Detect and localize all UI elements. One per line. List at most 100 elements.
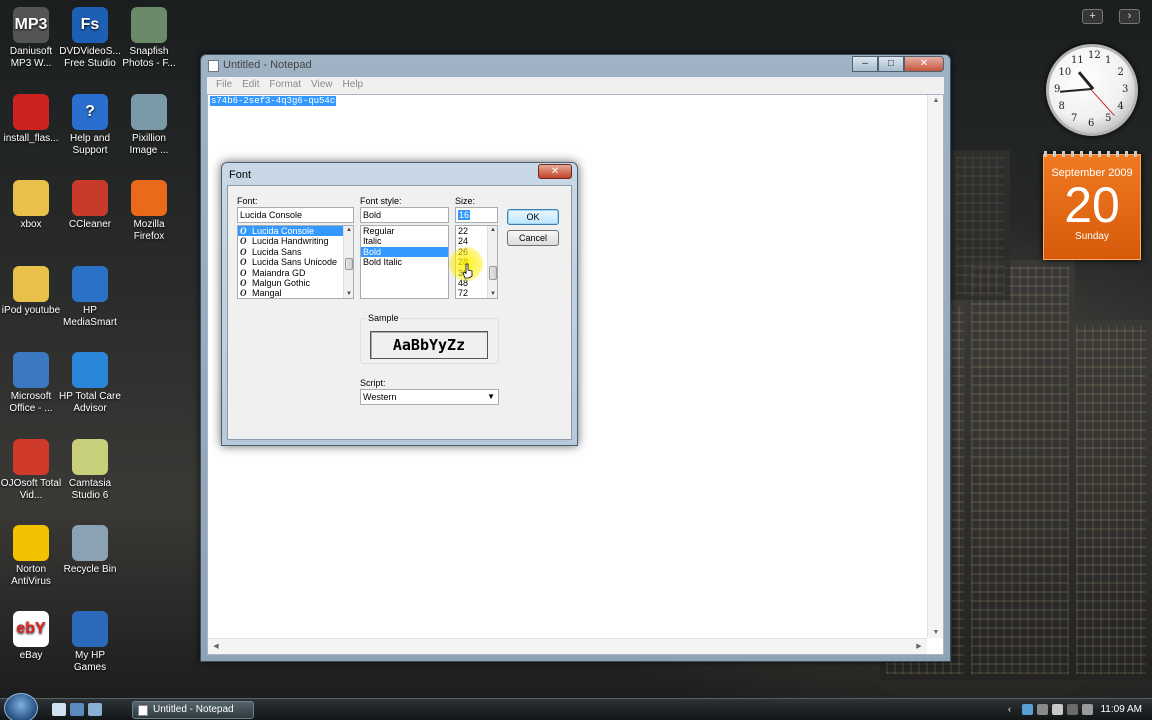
desktop-icon[interactable]: HP Total Care Advisor <box>59 350 121 415</box>
font-style-list[interactable]: Regular Italic Bold Bold Italic <box>360 225 449 299</box>
script-select[interactable]: Western ▼ <box>360 389 499 405</box>
desktop-icon[interactable]: iPod youtube <box>0 264 62 317</box>
size-input[interactable]: 16 <box>455 207 498 223</box>
list-item-label: 24 <box>458 236 469 247</box>
switch-windows-icon[interactable] <box>70 703 84 716</box>
desktop-icon-label: HP Total Care Advisor <box>59 391 121 414</box>
font-label: Font: <box>237 196 258 206</box>
start-button[interactable] <box>4 693 38 720</box>
list-item[interactable]: O Lucida Handwriting <box>238 236 353 246</box>
calendar-gadget[interactable]: September 2009 20 Sunday <box>1043 151 1141 260</box>
scroll-left-icon[interactable]: ◀ <box>208 642 224 650</box>
next-gadget-button[interactable]: › <box>1119 9 1140 24</box>
clock-gadget[interactable]: 12 1 2 3 4 5 6 7 8 9 10 11 <box>1046 44 1138 136</box>
list-item[interactable]: O Lucida Sans Unicode <box>238 257 353 267</box>
font-list-scroll-up-icon[interactable]: ▲ <box>344 227 353 233</box>
font-style-input[interactable]: Bold <box>360 207 449 223</box>
selected-text[interactable]: s74b6-2sef3-4q3g6-qu54c <box>210 96 337 106</box>
opentype-font-icon: O <box>240 257 247 268</box>
opentype-font-icon: O <box>240 226 247 236</box>
desktop-icon[interactable]: HP MediaSmart <box>59 264 121 329</box>
desktop-icon[interactable]: xbox <box>0 178 62 231</box>
opentype-font-icon: O <box>240 288 247 299</box>
size-list-scroll-down-icon[interactable]: ▼ <box>488 291 497 297</box>
list-item-label: Lucida Handwriting <box>252 236 329 247</box>
font-list-scrollbar[interactable]: ▲ ▼ <box>343 226 353 298</box>
show-desktop-icon[interactable] <box>52 703 66 716</box>
close-button[interactable]: ✕ <box>904 56 944 72</box>
size-list-scroll-thumb[interactable] <box>489 266 497 280</box>
speaker-icon[interactable] <box>1082 704 1093 715</box>
dialog-close-button[interactable]: ✕ <box>538 164 572 179</box>
font-dialog[interactable]: Font ✕ Font: Lucida Console O Lucida Cons… <box>221 162 578 446</box>
list-item[interactable]: O Mangal <box>238 288 353 298</box>
minimize-button[interactable]: – <box>852 56 878 72</box>
desktop-icon[interactable]: Norton AntiVirus <box>0 523 62 588</box>
menu-edit[interactable]: Edit <box>237 77 264 94</box>
menu-file[interactable]: File <box>211 77 237 94</box>
clock-number: 9 <box>1054 84 1061 95</box>
menu-format[interactable]: Format <box>264 77 306 94</box>
tray-app-icon[interactable] <box>1022 704 1033 715</box>
quick-launch-icon[interactable] <box>88 703 102 716</box>
calendar-rings <box>1044 151 1140 157</box>
list-item[interactable]: O Lucida Sans <box>238 247 353 257</box>
desktop-icon-label: OJOsoft Total Vid... <box>0 478 62 501</box>
horizontal-scrollbar[interactable]: ◀ ▶ <box>208 638 927 654</box>
desktop-icon[interactable]: My HP Games <box>59 609 121 674</box>
cancel-button[interactable]: Cancel <box>507 230 559 246</box>
font-list[interactable]: O Lucida Console O Lucida Handwriting O Lucid… <box>237 225 354 299</box>
scroll-up-icon[interactable]: ▲ <box>928 97 944 104</box>
taskbar-notepad-button[interactable]: Untitled - Notepad <box>132 701 254 719</box>
desktop-icon[interactable]: install_flas... <box>0 92 62 145</box>
font-list-scroll-thumb[interactable] <box>345 258 353 270</box>
list-item-label: Malgun Gothic <box>252 277 311 288</box>
list-item[interactable]: O Maiandra GD <box>238 268 353 278</box>
desktop-icon[interactable]: OJOsoft Total Vid... <box>0 437 62 502</box>
list-item[interactable]: O Lucida Console <box>238 226 353 237</box>
desktop-icon[interactable]: Microsoft Office - ... <box>0 350 62 415</box>
power-icon[interactable] <box>1067 704 1078 715</box>
maximize-button[interactable]: □ <box>878 56 904 72</box>
font-name-input[interactable]: Lucida Console <box>237 207 354 223</box>
desktop-icon[interactable]: Mozilla Firefox <box>118 178 180 243</box>
desktop-icon[interactable]: Recycle Bin <box>59 523 121 576</box>
ok-button[interactable]: OK <box>507 209 559 225</box>
list-item[interactable]: Bold Italic <box>361 257 448 267</box>
desktop-icon[interactable]: Snapfish Photos - F... <box>118 5 180 70</box>
desktop-icon[interactable]: ? Help and Support <box>59 92 121 157</box>
desktop-icon-label: CCleaner <box>68 219 112 230</box>
desktop-icon[interactable]: Fs DVDVideoS... Free Studio <box>59 5 121 70</box>
sample-preview: AaBbYyZz <box>370 331 488 359</box>
list-item-label: Regular <box>363 226 395 236</box>
size-list-scroll-up-icon[interactable]: ▲ <box>488 227 497 233</box>
list-item[interactable]: O Malgun Gothic <box>238 278 353 288</box>
scroll-right-icon[interactable]: ▶ <box>911 642 927 650</box>
font-style-label: Font style: <box>360 196 402 206</box>
font-list-scroll-down-icon[interactable]: ▼ <box>344 291 353 297</box>
add-gadget-button[interactable]: + <box>1082 9 1103 24</box>
desktop-icon[interactable]: Pixillion Image ... <box>118 92 180 157</box>
volume-icon[interactable] <box>1052 704 1063 715</box>
desktop-icon-image: ? <box>72 94 108 130</box>
list-item[interactable]: Italic <box>361 236 448 246</box>
desktop-icon[interactable]: CCleaner <box>59 178 121 231</box>
scroll-down-icon[interactable]: ▼ <box>928 629 944 636</box>
menu-help[interactable]: Help <box>338 77 369 94</box>
desktop-icon-image <box>13 352 49 388</box>
clock-time[interactable]: 11:09 AM <box>1100 704 1142 715</box>
list-item[interactable]: Bold <box>361 246 448 258</box>
network-icon[interactable] <box>1037 704 1048 715</box>
vertical-scrollbar[interactable]: ▲ ▼ <box>927 95 943 638</box>
list-item[interactable]: Regular <box>361 226 448 236</box>
desktop-icon[interactable]: Camtasia Studio 6 <box>59 437 121 502</box>
desktop-icon[interactable]: ebY eBay <box>0 609 62 662</box>
size-list-scrollbar[interactable]: ▲ ▼ <box>487 226 497 298</box>
tray-expand-icon[interactable]: ‹ <box>1008 704 1019 715</box>
clock-number: 4 <box>1117 101 1124 112</box>
list-item-label: Bold <box>363 246 382 257</box>
desktop-icon-image <box>72 611 108 647</box>
desktop-icon[interactable]: MP3 Daniusoft MP3 W... <box>0 5 62 70</box>
hand-cursor-icon <box>462 263 473 279</box>
menu-view[interactable]: View <box>306 77 338 94</box>
